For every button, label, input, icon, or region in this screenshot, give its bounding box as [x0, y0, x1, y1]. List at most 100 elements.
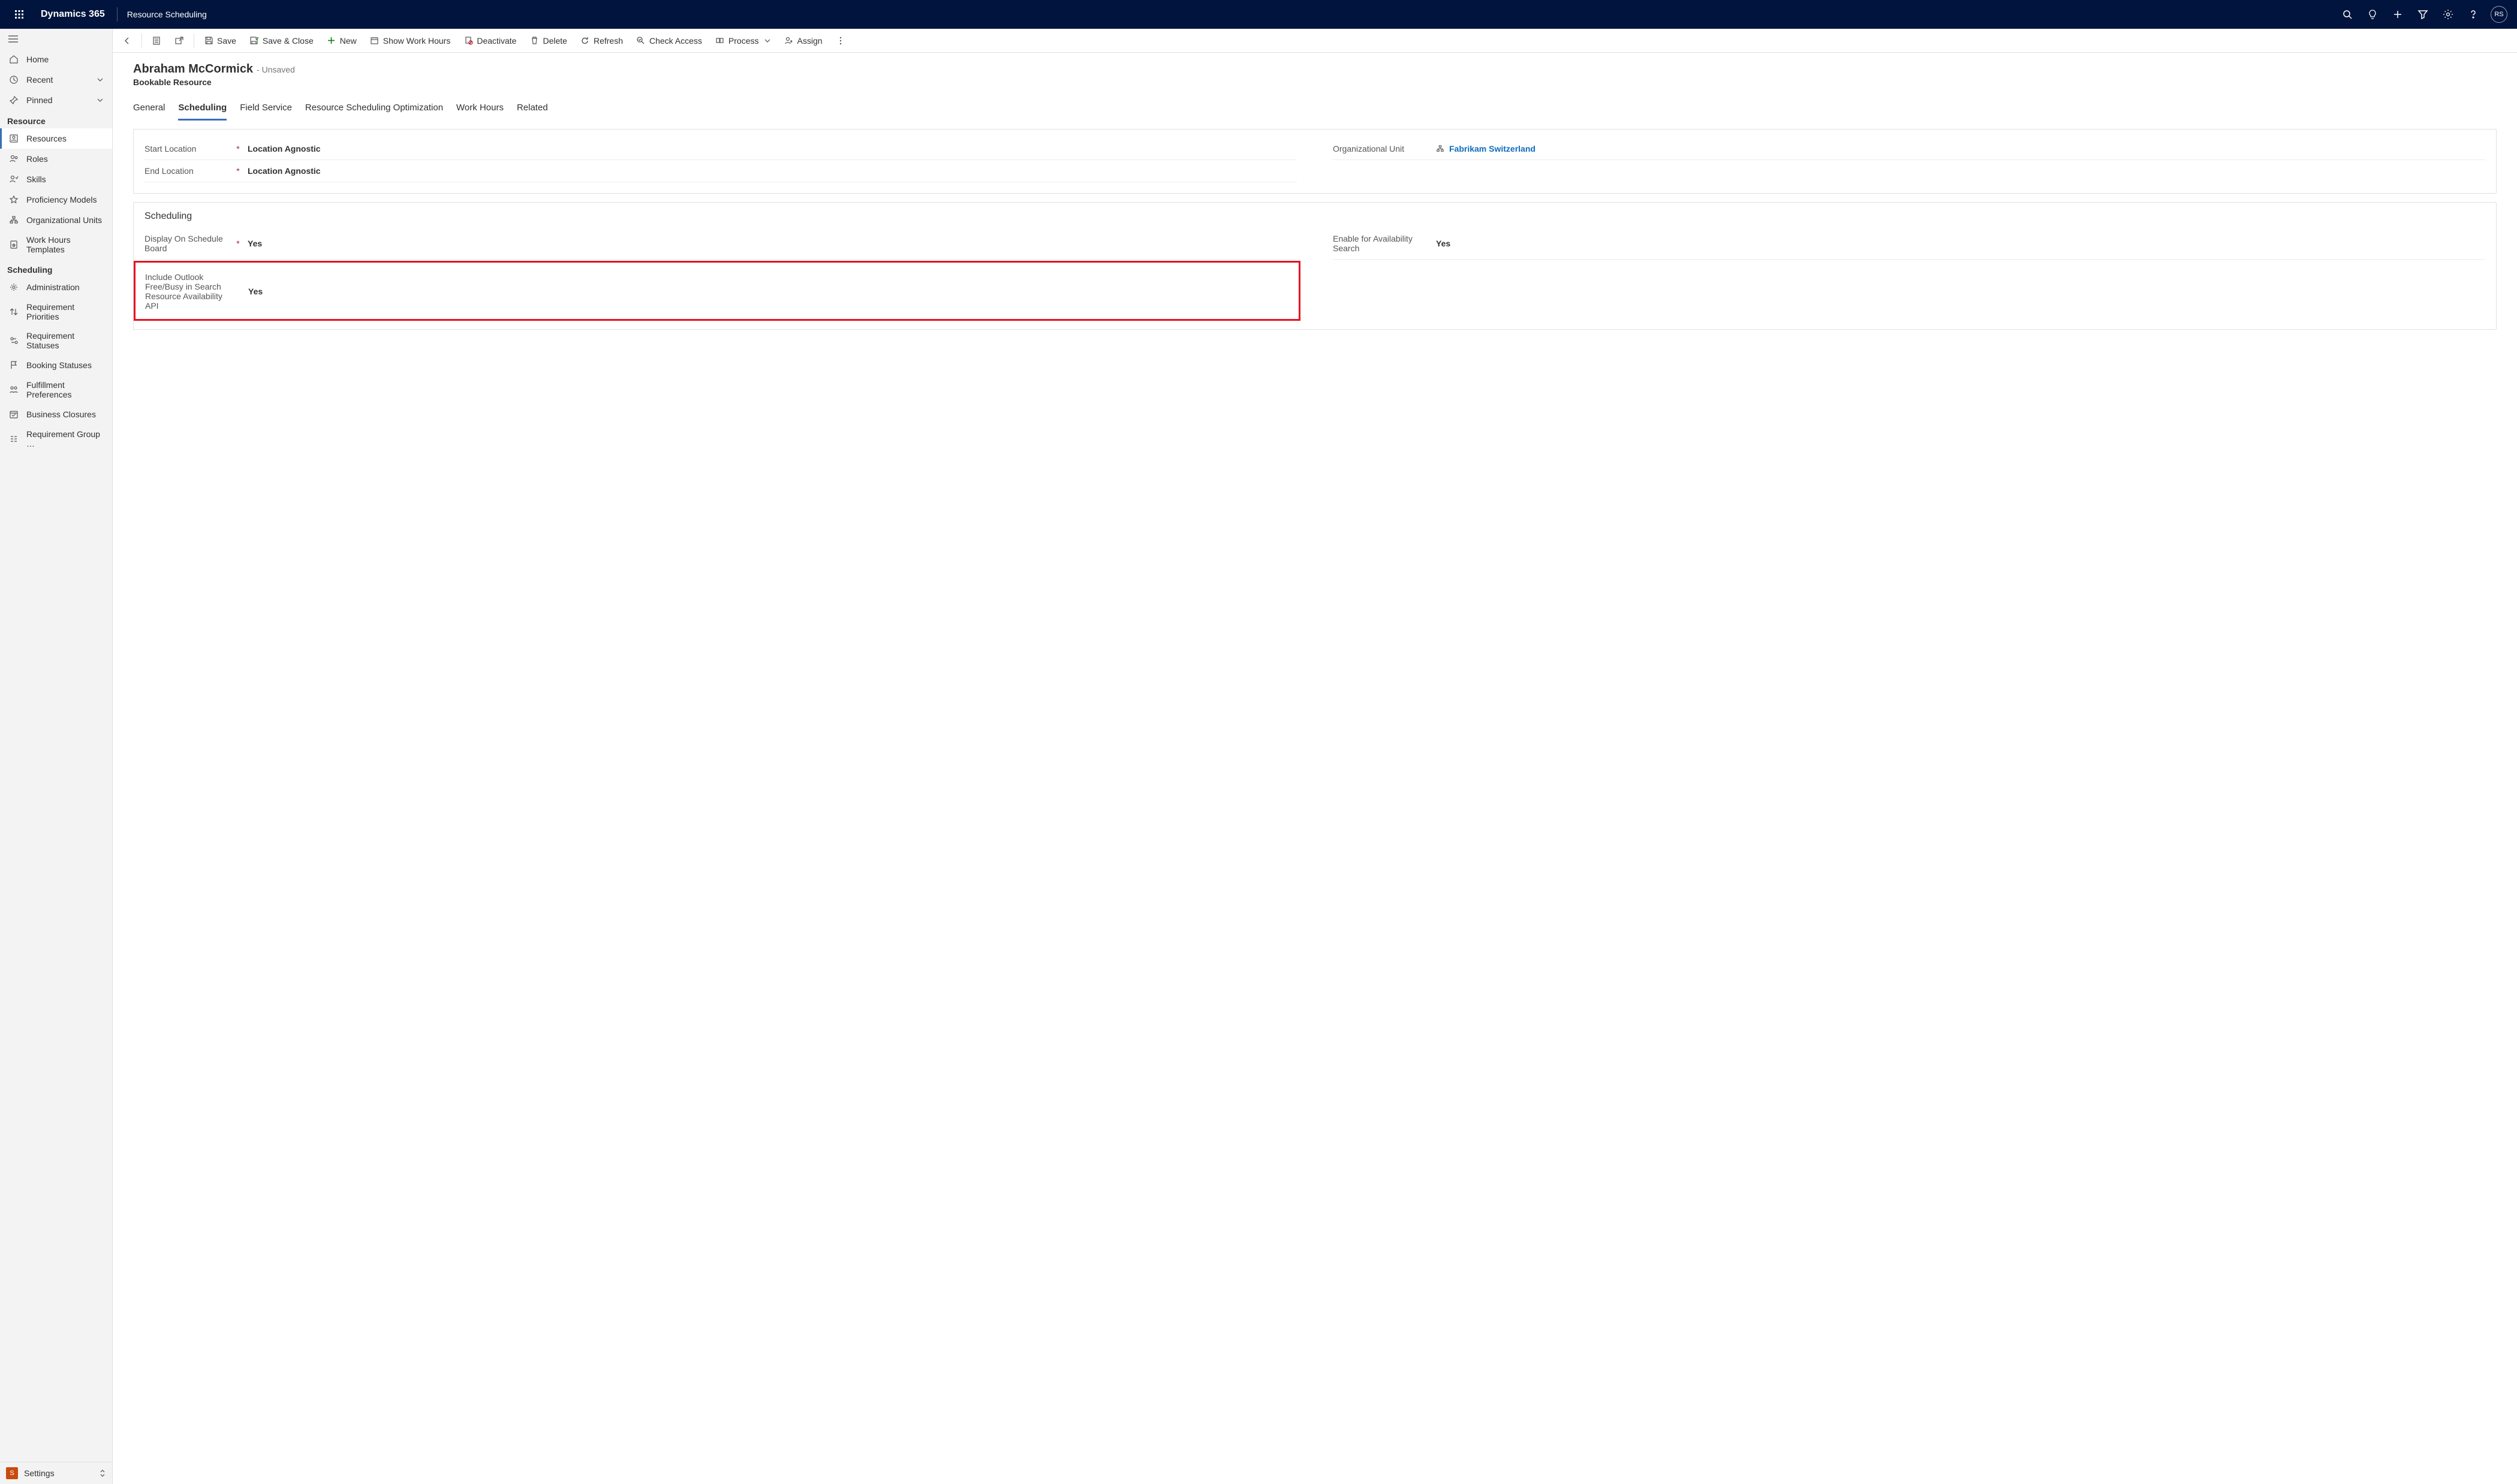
sidebar: Home Recent Pinned Resource Resources Ro…	[0, 29, 113, 1484]
sidebar-item-skills[interactable]: Skills	[0, 169, 112, 189]
card-location: Start Location * Location Agnostic End L…	[133, 129, 2497, 194]
section-title: Scheduling	[144, 211, 2485, 222]
chevron-down-icon	[764, 37, 771, 44]
status-icon	[8, 335, 19, 346]
sidebar-item-booking-statuses[interactable]: Booking Statuses	[0, 355, 112, 375]
tab-general[interactable]: General	[133, 98, 165, 121]
unsaved-indicator: - Unsaved	[257, 65, 295, 74]
sidebar-item-requirement-priorities[interactable]: Requirement Priorities	[0, 297, 112, 326]
sidebar-item-label: Fulfillment Preferences	[26, 380, 104, 399]
sidebar-item-fulfillment-preferences[interactable]: Fulfillment Preferences	[0, 375, 112, 404]
process-label: Process	[728, 36, 759, 46]
assign-label: Assign	[797, 36, 823, 46]
group-icon	[8, 434, 19, 444]
org-unit-label: Organizational Unit	[1333, 144, 1417, 153]
help-icon[interactable]	[2461, 0, 2486, 29]
deactivate-icon	[463, 36, 473, 46]
check-access-button[interactable]: Check Access	[630, 32, 708, 49]
sidebar-collapse[interactable]	[0, 29, 112, 49]
tab-rso[interactable]: Resource Scheduling Optimization	[305, 98, 443, 121]
end-location-label: End Location	[144, 166, 228, 176]
star-icon	[8, 194, 19, 205]
show-wh-label: Show Work Hours	[383, 36, 451, 46]
back-icon	[122, 36, 132, 46]
save-close-icon	[249, 36, 259, 46]
process-button[interactable]: Process	[709, 32, 777, 49]
lightbulb-icon[interactable]	[2360, 0, 2385, 29]
sidebar-header-scheduling: Scheduling	[0, 259, 112, 277]
template-icon	[8, 239, 19, 250]
efas-label: Enable for Availability Search	[1333, 234, 1417, 253]
refresh-button[interactable]: Refresh	[574, 32, 629, 49]
tab-field-service[interactable]: Field Service	[240, 98, 292, 121]
sidebar-item-resources[interactable]: Resources	[0, 128, 112, 149]
sidebar-item-work-hours-templates[interactable]: Work Hours Templates	[0, 230, 112, 259]
app-launcher[interactable]	[5, 0, 34, 29]
org-icon	[8, 215, 19, 225]
clock-icon	[8, 74, 19, 85]
sidebar-header-resource: Resource	[0, 110, 112, 128]
entity-name: Bookable Resource	[133, 77, 2497, 87]
sidebar-item-business-closures[interactable]: Business Closures	[0, 404, 112, 425]
search-icon[interactable]	[2335, 0, 2360, 29]
trash-icon	[529, 36, 539, 46]
overflow-button[interactable]	[830, 32, 851, 49]
brand-label[interactable]: Dynamics 365	[34, 9, 112, 20]
deactivate-button[interactable]: Deactivate	[457, 32, 522, 49]
sidebar-item-label: Requirement Priorities	[26, 302, 104, 321]
save-close-button[interactable]: Save & Close	[243, 32, 320, 49]
open-new-window-button[interactable]	[168, 32, 190, 49]
command-bar: Save Save & Close New Show Work Hours De…	[113, 29, 2517, 53]
field-display-on-schedule-board[interactable]: Display On Schedule Board * Yes	[144, 228, 1297, 260]
new-button[interactable]: New	[321, 32, 363, 49]
field-start-location[interactable]: Start Location * Location Agnostic	[144, 138, 1297, 160]
sidebar-item-label: Roles	[26, 154, 48, 164]
closure-icon	[8, 409, 19, 420]
plus-icon[interactable]	[2385, 0, 2410, 29]
save-button[interactable]: Save	[198, 32, 242, 49]
calendar-icon	[370, 36, 380, 46]
form-tabs: General Scheduling Field Service Resourc…	[133, 98, 2497, 121]
gear-icon[interactable]	[2435, 0, 2461, 29]
outlook-label: Include Outlook Free/Busy in Search Reso…	[145, 272, 229, 311]
filter-icon[interactable]	[2410, 0, 2435, 29]
tab-scheduling[interactable]: Scheduling	[178, 98, 227, 121]
sidebar-item-label: Requirement Statuses	[26, 331, 104, 350]
tab-work-hours[interactable]: Work Hours	[456, 98, 504, 121]
field-enable-availability-search[interactable]: Enable for Availability Search Yes	[1333, 228, 2485, 260]
record-name: Abraham McCormick	[133, 62, 253, 76]
home-icon	[8, 54, 19, 65]
end-location-value: Location Agnostic	[248, 166, 1297, 176]
popout-icon	[174, 36, 184, 46]
back-button[interactable]	[116, 32, 138, 49]
org-unit-value[interactable]: Fabrikam Switzerland	[1436, 144, 2485, 153]
record-set-button[interactable]	[146, 32, 167, 49]
sidebar-item-home[interactable]: Home	[0, 49, 112, 70]
user-avatar[interactable]: RS	[2491, 6, 2507, 23]
assign-button[interactable]: Assign	[778, 32, 829, 49]
field-include-outlook[interactable]: Include Outlook Free/Busy in Search Reso…	[145, 266, 1296, 317]
sidebar-footer[interactable]: S Settings	[0, 1462, 112, 1484]
sidebar-item-administration[interactable]: Administration	[0, 277, 112, 297]
top-navbar: Dynamics 365 Resource Scheduling RS	[0, 0, 2517, 29]
show-work-hours-button[interactable]: Show Work Hours	[364, 32, 457, 49]
sidebar-item-roles[interactable]: Roles	[0, 149, 112, 169]
navbar-area[interactable]: Resource Scheduling	[122, 10, 212, 19]
field-org-unit[interactable]: Organizational Unit Fabrikam Switzerland	[1333, 138, 2485, 160]
start-location-label: Start Location	[144, 144, 228, 153]
sidebar-item-recent[interactable]: Recent	[0, 70, 112, 90]
sidebar-item-requirement-statuses[interactable]: Requirement Statuses	[0, 326, 112, 355]
sidebar-item-proficiency[interactable]: Proficiency Models	[0, 189, 112, 210]
efas-value: Yes	[1436, 239, 2485, 248]
field-end-location[interactable]: End Location * Location Agnostic	[144, 160, 1297, 182]
skills-icon	[8, 174, 19, 185]
sidebar-item-pinned[interactable]: Pinned	[0, 90, 112, 110]
check-access-label: Check Access	[649, 36, 702, 46]
navbar-divider	[117, 7, 118, 22]
tab-related[interactable]: Related	[517, 98, 548, 121]
sidebar-item-label: Business Closures	[26, 410, 96, 419]
sidebar-item-requirement-group[interactable]: Requirement Group …	[0, 425, 112, 453]
delete-button[interactable]: Delete	[523, 32, 573, 49]
sidebar-item-org-units[interactable]: Organizational Units	[0, 210, 112, 230]
save-label: Save	[217, 36, 236, 46]
